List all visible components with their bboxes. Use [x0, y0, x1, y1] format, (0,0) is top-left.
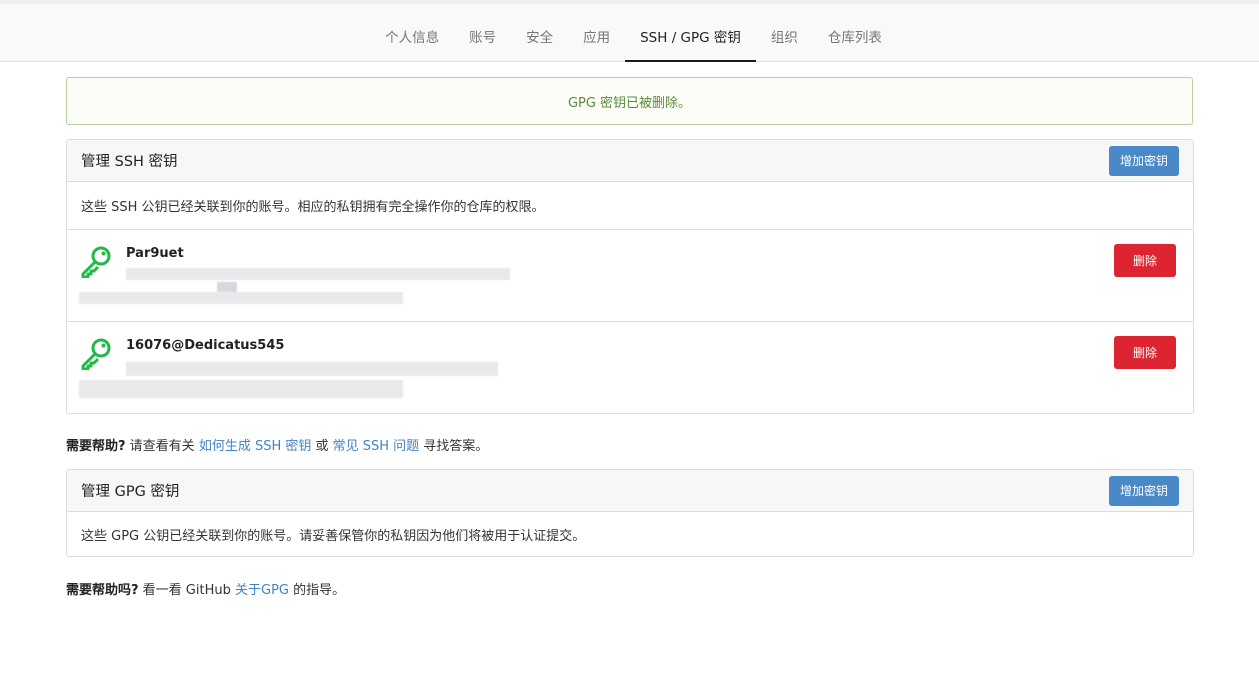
gpg-help-text-1: 看一看 GitHub [138, 583, 235, 598]
gpg-help-text-2: 的指导。 [289, 583, 346, 598]
ssh-keys-panel: 管理 SSH 密钥 增加密钥 这些 SSH 公钥已经关联到你的账号。相应的私钥拥… [66, 139, 1194, 414]
redacted-fragment [217, 282, 237, 292]
common-ssh-issues-link[interactable]: 常见 SSH 问题 [333, 439, 420, 454]
ssh-help-text-2: 或 [311, 439, 333, 454]
ssh-help-text-3: 寻找答案。 [419, 439, 489, 454]
ssh-help-label: 需要帮助? [66, 439, 126, 454]
gpg-description: 这些 GPG 公钥已经关联到你的账号。请妥善保管你的私钥因为他们将被用于认证提交… [81, 528, 586, 544]
how-to-generate-ssh-key-link[interactable]: 如何生成 SSH 密钥 [199, 439, 312, 454]
settings-nav-bar: 个人信息 账号 安全 应用 SSH / GPG 密钥 组织 仓库列表 [0, 0, 1259, 62]
ssh-panel-title: 管理 SSH 密钥 [81, 154, 178, 170]
ssh-key-name: Par9uet [126, 246, 184, 261]
tab-applications[interactable]: 应用 [568, 4, 625, 62]
gpg-keys-panel: 管理 GPG 密钥 增加密钥 这些 GPG 公钥已经关联到你的账号。请妥善保管你… [66, 469, 1194, 557]
ssh-description: 这些 SSH 公钥已经关联到你的账号。相应的私钥拥有完全操作你的仓库的权限。 [67, 182, 1193, 230]
tab-security[interactable]: 安全 [511, 4, 568, 62]
delete-ssh-key-button[interactable]: 删除 [1114, 244, 1176, 277]
gpg-panel-title: 管理 GPG 密钥 [81, 484, 180, 500]
key-icon [81, 338, 111, 370]
ssh-panel-header: 管理 SSH 密钥 增加密钥 [67, 140, 1193, 182]
ssh-help-text: 需要帮助? 请查看有关 如何生成 SSH 密钥 或 常见 SSH 问题 寻找答案… [66, 435, 488, 454]
add-gpg-key-button[interactable]: 增加密钥 [1109, 475, 1179, 506]
redacted-key-details [79, 380, 403, 398]
tab-profile[interactable]: 个人信息 [370, 4, 454, 62]
redacted-key-details [79, 292, 403, 304]
tab-organizations[interactable]: 组织 [756, 4, 813, 62]
tab-ssh-gpg-keys[interactable]: SSH / GPG 密钥 [625, 4, 756, 62]
ssh-key-row: 16076@Dedicatus545 删除 [67, 322, 1193, 412]
gpg-help-text: 需要帮助吗? 看一看 GitHub 关于GPG 的指导。 [66, 579, 345, 598]
tab-repositories[interactable]: 仓库列表 [813, 4, 897, 62]
ssh-help-text-1: 请查看有关 [125, 439, 199, 454]
redacted-fingerprint [126, 268, 510, 280]
delete-ssh-key-button[interactable]: 删除 [1114, 336, 1176, 369]
gpg-panel-header: 管理 GPG 密钥 增加密钥 [67, 470, 1193, 512]
success-flash-message: GPG 密钥已被删除。 [66, 77, 1193, 125]
tab-account[interactable]: 账号 [454, 4, 511, 62]
redacted-fingerprint [126, 362, 498, 376]
key-icon [81, 246, 111, 278]
about-gpg-link[interactable]: 关于GPG [235, 583, 289, 598]
settings-tabs: 个人信息 账号 安全 应用 SSH / GPG 密钥 组织 仓库列表 [0, 4, 1259, 62]
add-ssh-key-button[interactable]: 增加密钥 [1109, 145, 1179, 176]
ssh-key-row: Par9uet 删除 [67, 230, 1193, 322]
ssh-key-name: 16076@Dedicatus545 [126, 338, 285, 353]
gpg-help-label: 需要帮助吗? [66, 583, 139, 598]
